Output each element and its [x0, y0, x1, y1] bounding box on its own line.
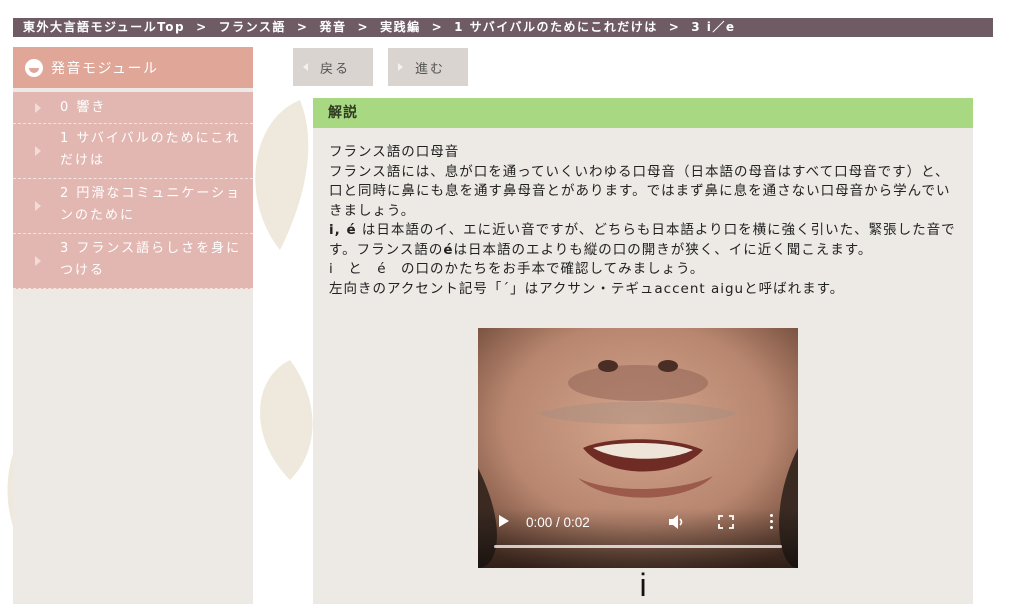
sidebar-item-2[interactable]: 2 円滑なコミュニケーションのために — [13, 179, 253, 234]
text-line-intro: フランス語には、息が口を通っていくいわゆる口母音（日本語の母音はすべて口母音です… — [329, 163, 951, 219]
sidebar-title: 発音モジュール — [51, 60, 159, 77]
video-time: 0:00 / 0:02 — [526, 515, 590, 530]
sidebar-list: 0 響き 1 サバイバルのためにこれだけは 2 円滑なコミュニケーションのために… — [13, 92, 253, 289]
sidebar-item-0[interactable]: 0 響き — [13, 92, 253, 124]
breadcrumb: 東外大言語モジュールTop > フランス語 > 発音 > 実践編 >1 サバイバルのためにこれ… — [13, 18, 993, 37]
vowel-e-strong: é — [443, 241, 454, 258]
breadcrumb-separator: > — [668, 20, 681, 34]
breadcrumb-link-survival[interactable]: 1 サバイバルのためにこれだけは — [454, 20, 658, 34]
video-caption: i — [639, 567, 647, 603]
breadcrumb-current: 3 i／e — [691, 20, 736, 34]
sidebar: 発音モジュール 0 響き 1 サバイバルのためにこれだけは 2 円滑なコミュニケ… — [13, 47, 253, 604]
breadcrumb-link-pronunciation[interactable]: 発音 — [319, 20, 346, 34]
explanation-text: フランス語の口母音 フランス語には、息が口を通っていくいわゆる口母音（日本語の母… — [313, 128, 973, 299]
play-icon[interactable] — [499, 515, 509, 527]
back-button-label: 戻る — [320, 61, 351, 77]
text-line-check: i と é の口のかたちをお手本で確認してみましょう。 — [329, 261, 705, 277]
triangle-right-icon — [398, 63, 403, 71]
text-line-vowels: i, é は日本語のイ、エに近い音ですが、どちらも日本語より口を横に強く引いた、… — [329, 221, 957, 260]
sidebar-item-1[interactable]: 1 サバイバルのためにこれだけは — [13, 124, 253, 179]
back-button[interactable]: 戻る — [293, 48, 373, 86]
text-line-heading: フランス語の口母音 — [329, 144, 460, 160]
more-options-icon[interactable] — [768, 514, 774, 530]
breadcrumb-link-top[interactable]: 東外大言語モジュールTop — [23, 20, 185, 34]
breadcrumb-separator: > — [431, 20, 444, 34]
vowel-e-text: は日本語のエよりも縦の口の開きが狭く、イに近く聞こえます。 — [453, 241, 873, 258]
volume-icon[interactable] — [668, 514, 686, 530]
vowel-ie-strong: i, é — [329, 222, 357, 238]
forward-button-label: 進む — [415, 61, 446, 77]
fullscreen-icon[interactable] — [718, 515, 734, 529]
explanation-panel: 解説 フランス語の口母音 フランス語には、息が口を通っていくいわゆる口母音（日本… — [313, 98, 973, 604]
sidebar-header[interactable]: 発音モジュール — [13, 47, 253, 88]
breadcrumb-separator: > — [296, 20, 309, 34]
breadcrumb-separator: > — [196, 20, 208, 34]
breadcrumb-link-french[interactable]: フランス語 — [219, 20, 286, 34]
text-line-accent: 左向きのアクセント記号「´」はアクサン・テギュaccent aiguと呼ばれます… — [329, 280, 845, 297]
sidebar-item-3[interactable]: 3 フランス語らしさを身につける — [13, 234, 253, 289]
breadcrumb-separator: > — [357, 20, 370, 34]
video-progress-bar[interactable] — [494, 545, 782, 548]
module-icon — [25, 58, 43, 77]
triangle-left-icon — [303, 63, 308, 71]
forward-button[interactable]: 進む — [388, 48, 468, 86]
triangle-right-icon — [35, 256, 41, 266]
triangle-right-icon — [35, 201, 41, 211]
video-player[interactable]: 0:00 / 0:02 — [478, 328, 798, 568]
breadcrumb-link-practice[interactable]: 実践編 — [380, 20, 421, 34]
triangle-right-icon — [35, 102, 41, 113]
sidebar-item-label: 3 フランス語らしさを身につける — [60, 241, 242, 278]
sidebar-item-label: 0 響き — [60, 100, 107, 115]
sidebar-item-label: 2 円滑なコミュニケーションのために — [60, 186, 242, 223]
panel-title: 解説 — [313, 98, 973, 128]
sidebar-item-label: 1 サバイバルのためにこれだけは — [60, 131, 241, 168]
triangle-right-icon — [35, 146, 41, 156]
